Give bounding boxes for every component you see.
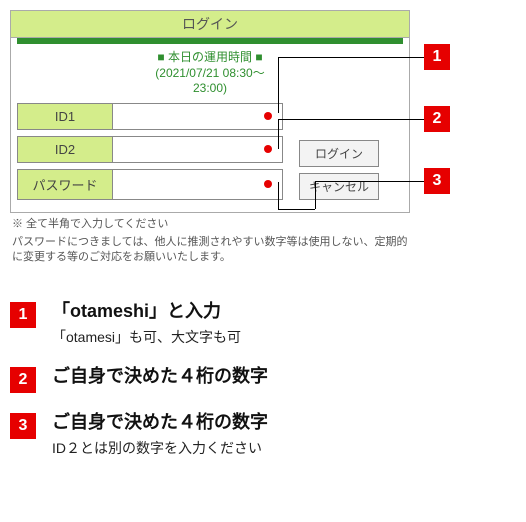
explain-1-sub: 「otamesi」も可、大文字も可	[52, 327, 241, 347]
explain-badge-1: 1	[10, 302, 36, 328]
input-id1[interactable]	[113, 103, 283, 130]
input-pw[interactable]	[113, 169, 283, 200]
fields: ID1 ID2 パスワード	[17, 103, 283, 206]
explain-text-3: ご自身で決めた４桁の数字 ID２とは別の数字を入力ください	[52, 411, 268, 458]
leader-1h	[278, 57, 424, 58]
side-badges: 1 2 3	[424, 44, 450, 194]
explain-row-3: 3 ご自身で決めた４桁の数字 ID２とは別の数字を入力ください	[10, 411, 510, 458]
explain-2-main: ご自身で決めた４桁の数字	[52, 365, 268, 388]
row-id2: ID2	[17, 136, 283, 163]
leader-1v	[278, 57, 279, 113]
explain-list: 1 「otameshi」と入力 「otamesi」も可、大文字も可 2 ご自身で…	[10, 300, 510, 459]
input-id2[interactable]	[113, 136, 283, 163]
explain-row-2: 2 ご自身で決めた４桁の数字	[10, 365, 510, 393]
explain-text-1: 「otameshi」と入力 「otamesi」も可、大文字も可	[52, 300, 241, 347]
operation-time: ■ 本日の運用時間 ■ (2021/07/21 08:30～ 23:00)	[11, 44, 409, 103]
op-time-l2: (2021/07/21 08:30～	[11, 66, 409, 82]
row-id1: ID1	[17, 103, 283, 130]
label-id2: ID2	[17, 136, 113, 163]
note-password: パスワードにつきましては、他人に推測されやすい数字等は使用しない、定期的に変更す…	[12, 235, 412, 266]
callout-1: 1	[424, 44, 450, 70]
label-pw: パスワード	[17, 169, 113, 200]
op-time-l3: 23:00)	[11, 81, 409, 97]
explain-3-main: ご自身で決めた４桁の数字	[52, 411, 268, 434]
login-panel: ログイン ■ 本日の運用時間 ■ (2021/07/21 08:30～ 23:0…	[10, 10, 410, 213]
leader-3h2	[278, 209, 315, 210]
label-id1: ID1	[17, 103, 113, 130]
explain-text-2: ご自身で決めた４桁の数字	[52, 365, 268, 388]
marker-dot-icon	[264, 145, 272, 153]
panel-title: ログイン	[11, 11, 409, 38]
login-button[interactable]: ログイン	[299, 140, 379, 167]
leader-3v1	[315, 181, 316, 209]
marker-dot-icon	[264, 112, 272, 120]
explain-badge-2: 2	[10, 367, 36, 393]
explain-badge-3: 3	[10, 413, 36, 439]
leader-2v	[278, 119, 279, 149]
cancel-button[interactable]: キャンセル	[299, 173, 379, 200]
note-halfwidth: ※ 全て半角で入力してください	[12, 215, 450, 231]
explain-row-1: 1 「otameshi」と入力 「otamesi」も可、大文字も可	[10, 300, 510, 347]
callout-3: 3	[424, 168, 450, 194]
login-panel-wrap: ログイン ■ 本日の運用時間 ■ (2021/07/21 08:30～ 23:0…	[10, 10, 450, 266]
explain-3-sub: ID２とは別の数字を入力ください	[52, 438, 268, 458]
leader-3h	[315, 181, 424, 182]
callout-2: 2	[424, 106, 450, 132]
leader-2h	[278, 119, 424, 120]
explain-1-main: 「otameshi」と入力	[52, 300, 241, 323]
marker-dot-icon	[264, 180, 272, 188]
leader-3v2	[278, 182, 279, 209]
row-pw: パスワード	[17, 169, 283, 200]
